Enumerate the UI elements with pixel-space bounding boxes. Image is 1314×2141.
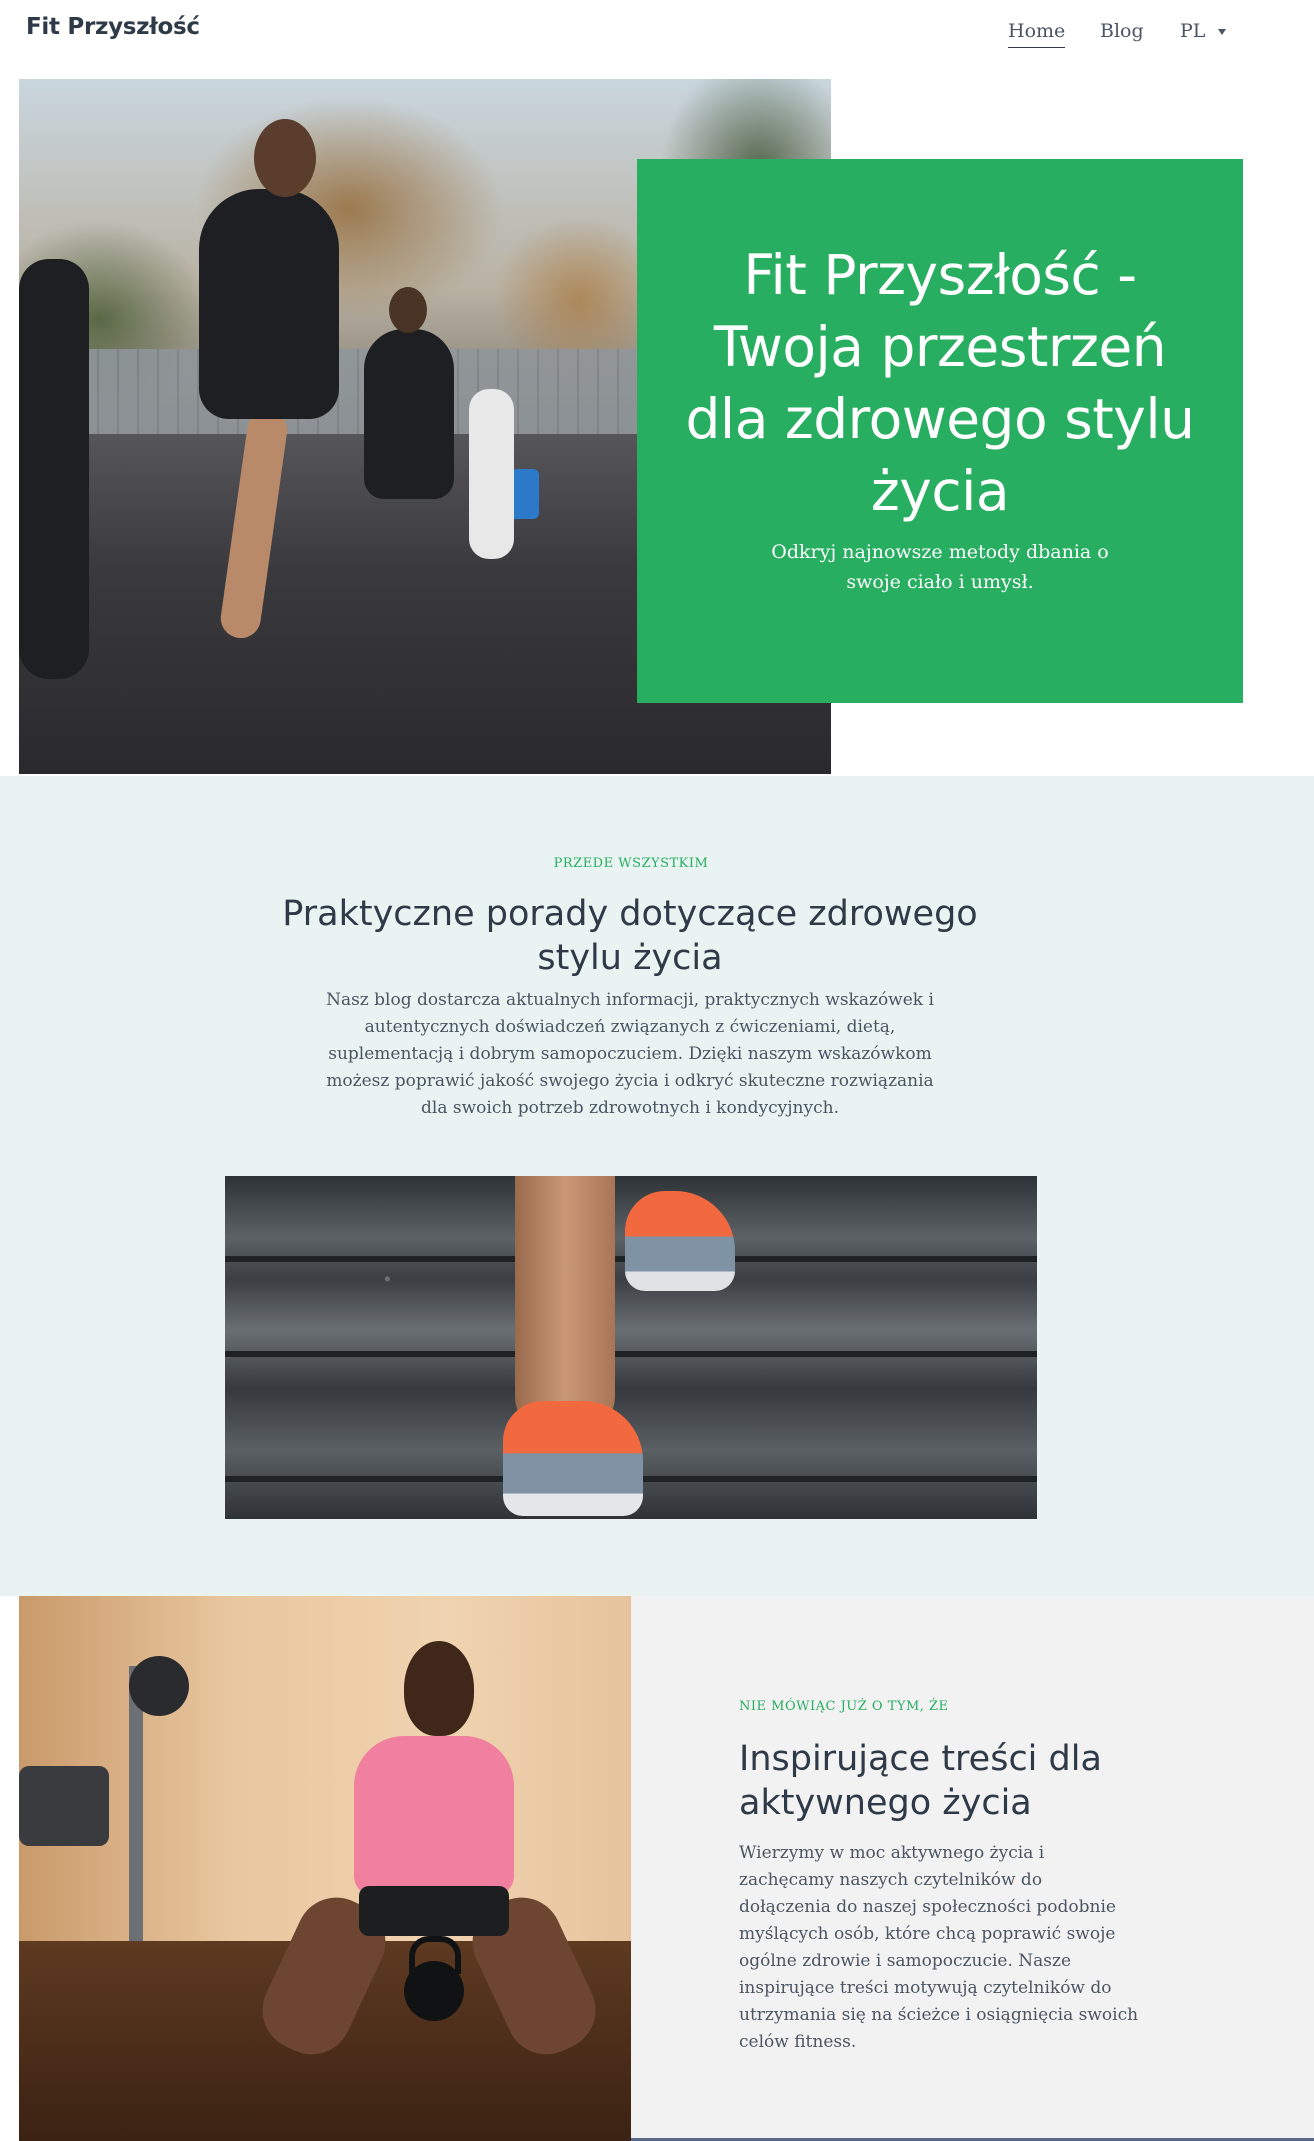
nav-blog-link[interactable]: Blog (1100, 20, 1144, 42)
tips-eyebrow: PRZEDE WSZYSTKIM (553, 856, 709, 871)
inspire-title: Inspirujące treści dla aktywnego życia (739, 1739, 1102, 1823)
hero-subtitle: Odkryj najnowsze metody dbania o swoje c… (771, 541, 1109, 593)
site-logo[interactable]: Fit Przyszłość (26, 14, 200, 40)
inspire-eyebrow: NIE MÓWIĄC JUŻ O TYM, ŻE (739, 1699, 949, 1714)
inspire-text: Wierzymy w moc aktywnego życia i zachęca… (739, 1843, 1139, 2052)
language-selector[interactable]: PL (1180, 20, 1205, 42)
nav-home-link[interactable]: Home (1008, 20, 1066, 48)
tips-title: Praktyczne porady dotyczące zdrowego sty… (282, 894, 978, 978)
tips-section: PRZEDE WSZYSTKIM Praktyczne porady dotyc… (0, 776, 1314, 1596)
kettlebell-workout-image (19, 1596, 631, 2141)
hero-title: Fit Przyszłość - Twoja przestrzeń dla zd… (685, 243, 1196, 523)
tips-text: Nasz blog dostarcza aktualnych informacj… (326, 990, 934, 1118)
hero-card: Fit Przyszłość - Twoja przestrzeń dla zd… (637, 159, 1243, 703)
chevron-down-icon[interactable] (1218, 29, 1226, 35)
stairs-running-image (225, 1176, 1037, 1519)
